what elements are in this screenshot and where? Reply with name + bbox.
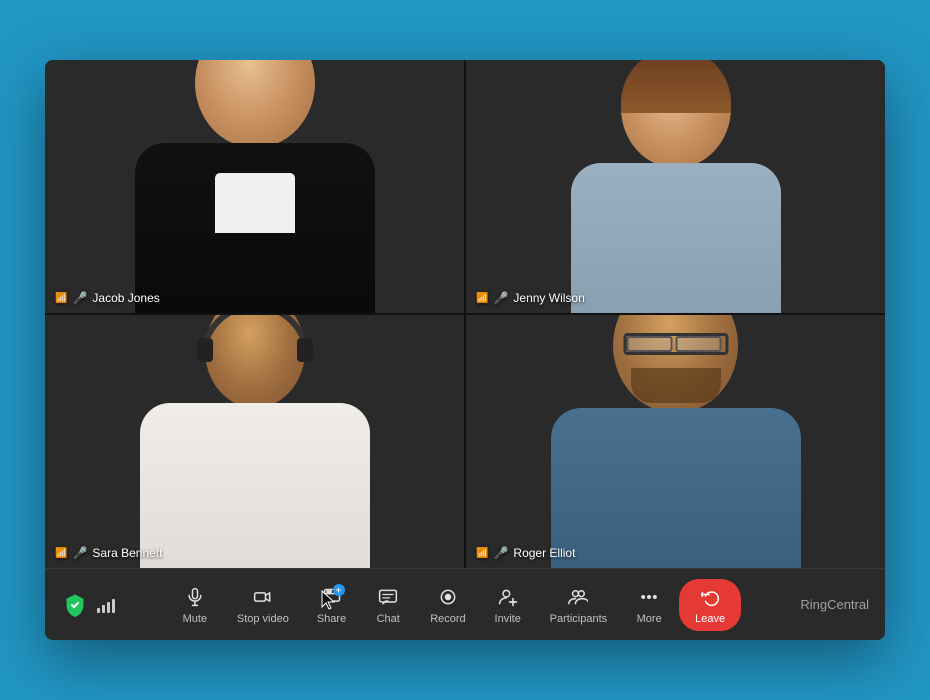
shield-icon	[61, 591, 89, 619]
more-button[interactable]: More	[623, 579, 675, 631]
avatar-glasses-roger	[623, 333, 728, 355]
brand-name: RingCentral	[800, 597, 869, 612]
mic-icon-roger: 🎤	[493, 546, 508, 560]
participants-button[interactable]: Participants	[538, 579, 619, 631]
invite-svg	[498, 587, 518, 607]
avatar-overlay-sara	[45, 315, 464, 568]
avatar-beard-roger	[631, 368, 721, 403]
invite-button[interactable]: Invite	[482, 579, 534, 631]
avatar-shirt-jacob	[215, 173, 295, 233]
stop-video-button[interactable]: Stop video	[225, 579, 301, 631]
more-icon	[639, 585, 659, 609]
participant-name-sara: Sara Bennett	[92, 546, 162, 560]
shield-svg	[63, 593, 87, 617]
more-svg	[639, 587, 659, 607]
participant-label-roger: 📶 🎤 Roger Elliot	[476, 546, 575, 560]
avatar-hair-jenny	[621, 60, 731, 113]
signal-icon-jenny: 📶	[476, 293, 488, 304]
signal-bars	[97, 597, 115, 613]
participants-svg	[568, 587, 588, 607]
video-icon	[253, 585, 273, 609]
participant-label-jenny: 📶 🎤 Jenny Wilson	[476, 291, 585, 305]
participant-name-roger: Roger Elliot	[513, 546, 575, 560]
video-svg	[253, 587, 273, 607]
mic-icon-jenny: 🎤	[493, 291, 508, 305]
signal-icon-jacob: 📶	[55, 293, 67, 304]
chat-icon	[378, 585, 398, 609]
avatar-body-jenny	[571, 163, 781, 313]
stop-video-label: Stop video	[237, 613, 289, 625]
avatar-figure-roger	[551, 315, 801, 568]
chat-label: Chat	[377, 613, 400, 625]
signal-icon-sara: 📶	[55, 548, 67, 559]
signal-bar-1	[97, 608, 100, 613]
toolbar-left	[61, 591, 141, 619]
toolbar-right: RingCentral	[769, 597, 869, 612]
participant-name-jacob: Jacob Jones	[92, 291, 159, 305]
mic-icon	[185, 585, 205, 609]
chat-svg	[378, 587, 398, 607]
signal-icon-roger: 📶	[476, 548, 488, 559]
avatar-headset-left-sara	[197, 338, 213, 362]
video-grid: 📶 🎤 Jacob Jones 📶 🎤 Jenny Wilson	[45, 60, 885, 568]
avatar-head-jacob	[195, 60, 315, 148]
participants-label: Participants	[550, 613, 607, 625]
share-button[interactable]: + Share	[305, 579, 358, 631]
mute-label: Mute	[183, 613, 207, 625]
invite-label: Invite	[495, 613, 521, 625]
video-cell-roger-elliot: 📶 🎤 Roger Elliot	[466, 315, 885, 568]
record-svg	[438, 587, 458, 607]
mic-icon-sara: 🎤	[72, 546, 87, 560]
signal-bar-4	[112, 599, 115, 613]
mic-icon-jacob: 🎤	[72, 291, 87, 305]
participant-label-sara: 📶 🎤 Sara Bennett	[55, 546, 162, 560]
share-icon: +	[322, 585, 342, 609]
avatar-body-roger	[551, 408, 801, 568]
avatar-headset-arc-sara	[200, 315, 310, 358]
leave-button[interactable]: Leave	[679, 579, 741, 631]
app-window: 📶 🎤 Jacob Jones 📶 🎤 Jenny Wilson	[45, 60, 885, 640]
share-icon-container: +	[322, 587, 342, 607]
leave-svg	[700, 587, 720, 607]
mic-svg	[185, 587, 205, 607]
more-label: More	[637, 613, 662, 625]
signal-bar-3	[107, 602, 110, 613]
record-button[interactable]: Record	[418, 579, 477, 631]
participant-label-jacob: 📶 🎤 Jacob Jones	[55, 291, 160, 305]
avatar-figure-jenny	[571, 60, 781, 313]
leave-label: Leave	[695, 613, 725, 625]
leave-icon	[700, 585, 720, 609]
toolbar: Mute Stop video	[45, 568, 885, 640]
avatar-headset-right-sara	[297, 338, 313, 362]
share-label: Share	[317, 613, 346, 625]
signal-bar-2	[102, 605, 105, 613]
video-cell-sara-bennett: 📶 🎤 Sara Bennett	[45, 315, 464, 568]
participant-name-jenny: Jenny Wilson	[513, 291, 584, 305]
record-label: Record	[430, 613, 465, 625]
video-cell-jenny-wilson: 📶 🎤 Jenny Wilson	[466, 60, 885, 313]
chat-button[interactable]: Chat	[362, 579, 414, 631]
invite-icon	[498, 585, 518, 609]
avatar-overlay-roger	[466, 315, 885, 568]
mute-button[interactable]: Mute	[169, 579, 221, 631]
avatar-figure-sara	[140, 315, 370, 568]
participants-icon	[568, 585, 588, 609]
avatar-overlay-jacob	[45, 60, 464, 313]
share-badge: +	[333, 584, 345, 596]
avatar-overlay-jenny	[466, 60, 885, 313]
record-icon	[438, 585, 458, 609]
video-cell-jacob-jones: 📶 🎤 Jacob Jones	[45, 60, 464, 313]
avatar-body-sara	[140, 403, 370, 568]
toolbar-center: Mute Stop video	[141, 579, 769, 631]
